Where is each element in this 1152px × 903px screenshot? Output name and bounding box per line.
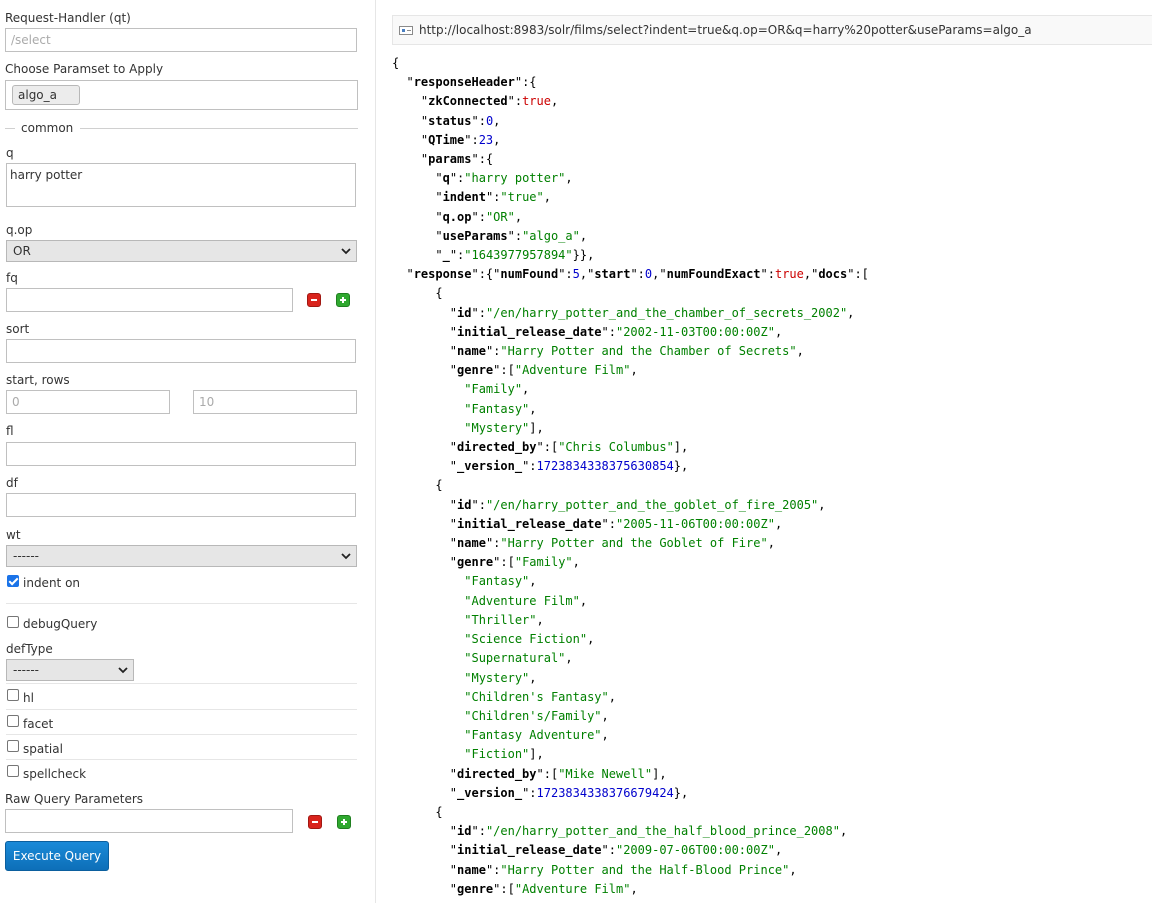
- q-textarea[interactable]: [6, 163, 356, 207]
- divider: [6, 709, 357, 710]
- execute-query-button[interactable]: Execute Query: [5, 841, 109, 871]
- fq-add-button[interactable]: [336, 293, 350, 307]
- qt-input[interactable]: [5, 28, 357, 52]
- df-label: df: [6, 476, 18, 490]
- raw-params-add-button[interactable]: [337, 815, 351, 829]
- df-input[interactable]: [6, 493, 356, 517]
- spellcheck-checkbox[interactable]: [7, 765, 19, 777]
- indent-checkbox[interactable]: [7, 575, 19, 587]
- hl-checkbox[interactable]: [7, 689, 19, 701]
- debugquery-label: debugQuery: [23, 617, 98, 631]
- paramset-label: Choose Paramset to Apply: [5, 62, 164, 76]
- divider: [6, 759, 357, 760]
- sort-label: sort: [6, 322, 30, 336]
- divider: [6, 683, 357, 684]
- facet-label: facet: [23, 717, 54, 731]
- deftype-label: defType: [6, 642, 53, 656]
- raw-params-input[interactable]: [5, 809, 293, 833]
- wt-selected-value: ------: [13, 549, 39, 563]
- fq-label: fq: [6, 271, 18, 285]
- response-json: { "responseHeader":{ "zkConnected":true,…: [392, 56, 869, 896]
- divider: [6, 603, 357, 604]
- deftype-select[interactable]: ------: [6, 659, 134, 681]
- request-url-bar[interactable]: http://localhost:8983/solr/films/select?…: [392, 15, 1152, 45]
- fq-input[interactable]: [6, 288, 293, 312]
- fl-label: fl: [6, 424, 14, 438]
- link-icon: [399, 26, 413, 35]
- start-input[interactable]: [6, 390, 170, 414]
- request-url[interactable]: http://localhost:8983/solr/films/select?…: [419, 23, 1032, 37]
- qop-selected-value: OR: [13, 244, 31, 258]
- chevron-down-icon: [341, 553, 351, 560]
- common-section-legend: common: [5, 121, 358, 135]
- spellcheck-label: spellcheck: [23, 767, 87, 781]
- debugquery-checkbox[interactable]: [7, 616, 19, 628]
- results-panel: http://localhost:8983/solr/films/select?…: [376, 0, 1152, 903]
- fq-remove-button[interactable]: [307, 293, 321, 307]
- raw-params-label: Raw Query Parameters: [5, 792, 144, 806]
- deftype-selected-value: ------: [13, 663, 39, 677]
- qop-label: q.op: [6, 223, 33, 237]
- facet-checkbox[interactable]: [7, 715, 19, 727]
- paramset-selector[interactable]: algo_a: [5, 80, 358, 110]
- chevron-down-icon: [118, 667, 128, 674]
- hl-label: hl: [23, 691, 34, 705]
- qt-label: Request-Handler (qt): [5, 11, 131, 25]
- indent-label: indent on: [23, 576, 81, 590]
- query-form-panel: Request-Handler (qt) Choose Paramset to …: [0, 0, 376, 903]
- paramset-tag[interactable]: algo_a: [12, 85, 80, 105]
- q-label: q: [6, 146, 14, 160]
- qop-select[interactable]: OR: [6, 240, 357, 262]
- raw-params-remove-button[interactable]: [308, 815, 322, 829]
- fl-input[interactable]: [6, 442, 356, 466]
- spatial-checkbox[interactable]: [7, 740, 19, 752]
- wt-select[interactable]: ------: [6, 545, 357, 567]
- divider: [6, 734, 357, 735]
- sort-input[interactable]: [6, 339, 356, 363]
- chevron-down-icon: [341, 248, 351, 255]
- wt-label: wt: [6, 528, 21, 542]
- start-rows-label: start, rows: [6, 373, 70, 387]
- rows-input[interactable]: [193, 390, 357, 414]
- common-legend-label: common: [21, 121, 74, 135]
- spatial-label: spatial: [23, 742, 63, 756]
